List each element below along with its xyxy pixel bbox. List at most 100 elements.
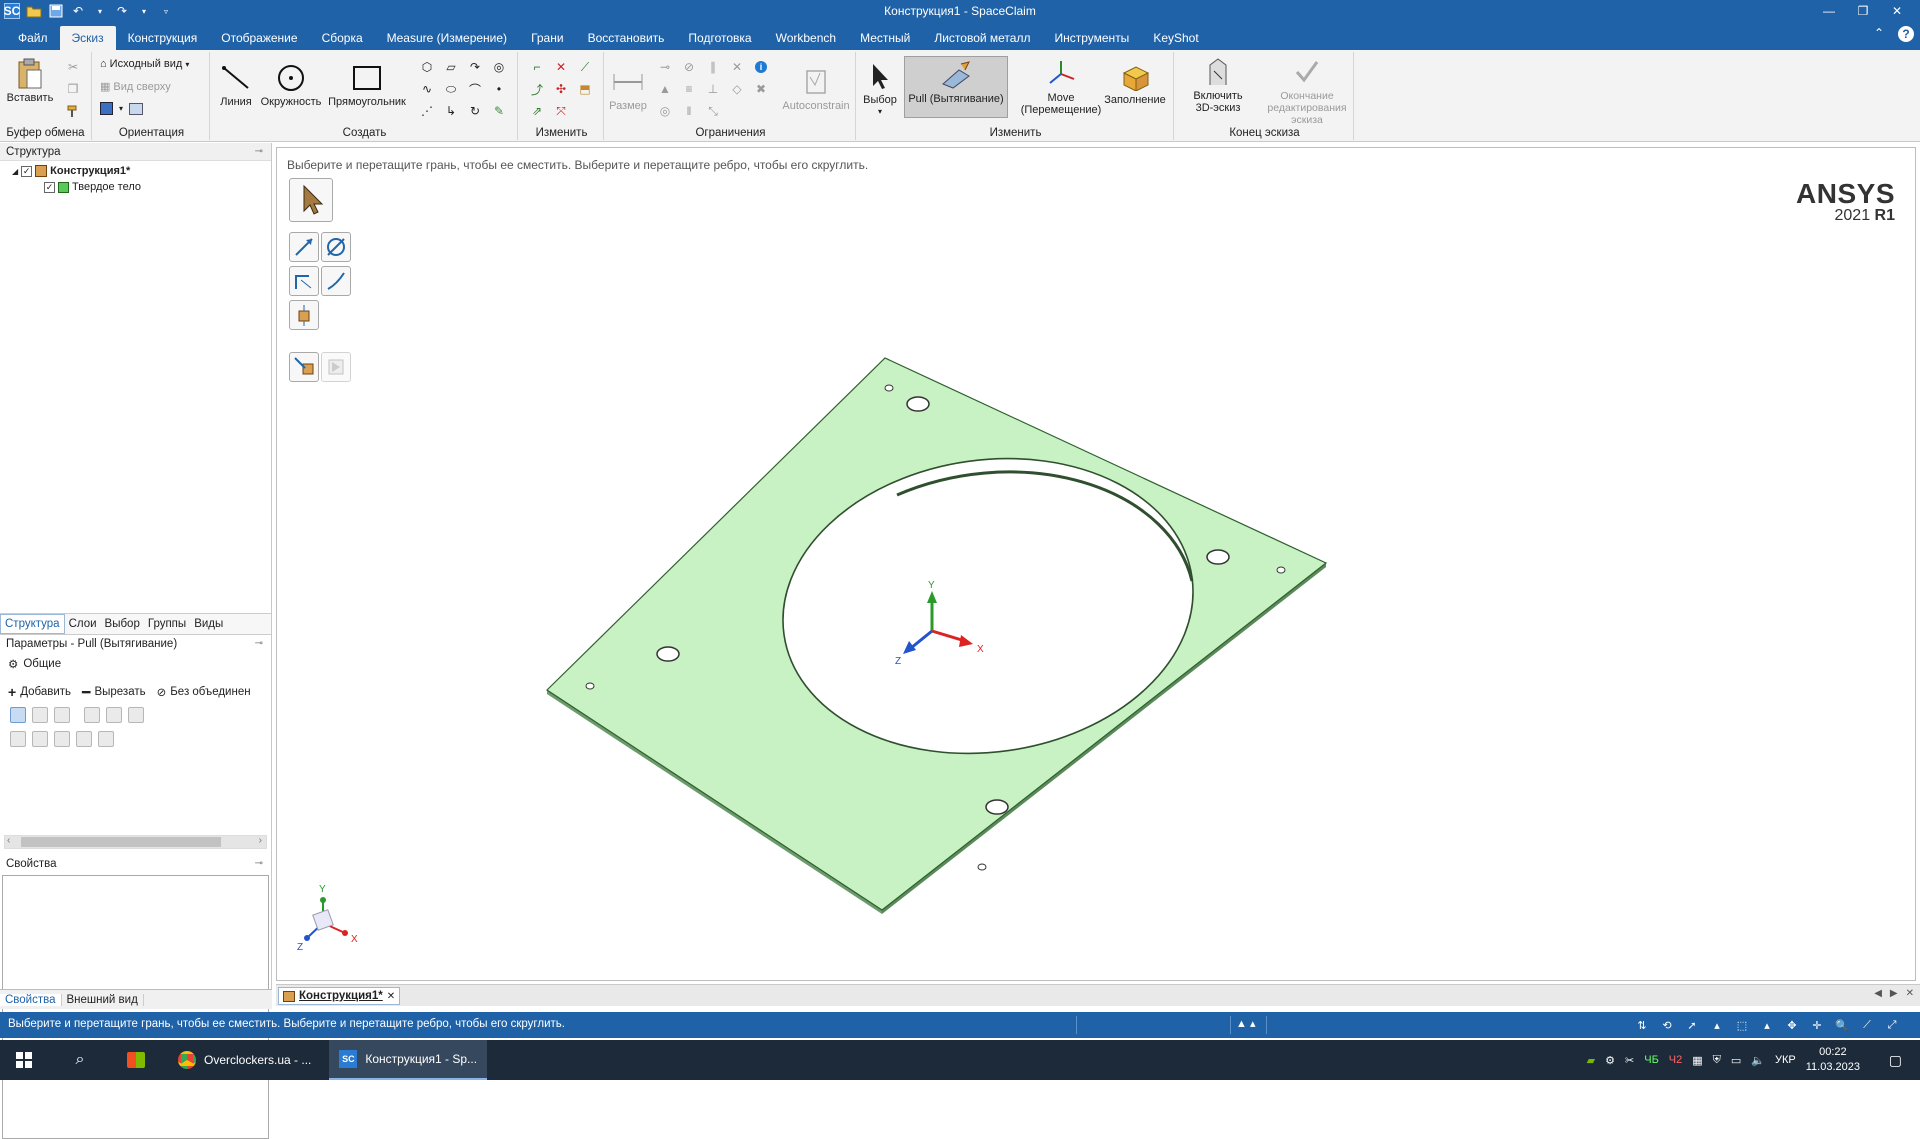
tab-design[interactable]: Конструкция: [116, 26, 210, 50]
store-button[interactable]: [112, 1040, 160, 1080]
tool-icon[interactable]: ✂: [1625, 1054, 1634, 1067]
tab-display[interactable]: Отображение: [209, 26, 309, 50]
tab-workbench[interactable]: Workbench: [764, 26, 848, 50]
restore-icon[interactable]: ❐: [1846, 1, 1880, 21]
clock[interactable]: 00:22 11.03.2023: [1806, 1045, 1860, 1075]
app-icon[interactable]: ▦: [1692, 1054, 1702, 1067]
cut-icon[interactable]: ✂: [64, 58, 82, 76]
steam-icon[interactable]: ⚙: [1605, 1054, 1615, 1067]
pin-icon[interactable]: ⊸: [255, 635, 263, 653]
small-hole[interactable]: [884, 384, 894, 392]
select-button[interactable]: Выбор ▾: [862, 58, 898, 118]
fix-icon[interactable]: ▲: [656, 80, 674, 98]
ellipse2-icon[interactable]: ⬭: [442, 80, 460, 98]
concentric-icon[interactable]: ◎: [656, 102, 674, 120]
tab-properties[interactable]: Свойства: [0, 993, 62, 1006]
tray-label-2[interactable]: Ч2: [1669, 1054, 1682, 1066]
pin-icon[interactable]: ⊸: [255, 143, 263, 161]
plane-view-icon[interactable]: ⟋: [1859, 1017, 1875, 1033]
tab-layers[interactable]: Слои: [65, 618, 101, 630]
mounting-hole[interactable]: [985, 799, 1009, 815]
bend-icon[interactable]: ⬒: [576, 80, 594, 98]
perp-base-icon[interactable]: ⊥: [704, 80, 722, 98]
info-icon[interactable]: i: [752, 58, 770, 76]
trim-icon[interactable]: ✕: [552, 58, 570, 76]
minimize-icon[interactable]: —: [1812, 1, 1846, 21]
help-icon[interactable]: ?: [1898, 26, 1914, 42]
close-icon[interactable]: ✕: [1880, 1, 1914, 21]
face-curve-icon[interactable]: ✎: [490, 102, 508, 120]
construction-line-icon[interactable]: ⋰: [418, 102, 436, 120]
extend-icon[interactable]: ⤧: [552, 102, 570, 120]
pin-icon[interactable]: ⊸: [255, 855, 263, 873]
sweep-arc-icon[interactable]: ↳: [442, 102, 460, 120]
horizontal-icon[interactable]: ≡: [680, 80, 698, 98]
coincident-icon[interactable]: ⊸: [656, 58, 674, 76]
midpoint-icon[interactable]: ✕: [728, 58, 746, 76]
tab-structure[interactable]: Структура: [0, 614, 65, 634]
point-icon[interactable]: •: [490, 80, 508, 98]
model-plate[interactable]: Y X Z Y X Z: [277, 148, 1917, 982]
tree-root[interactable]: ◢ ✓ Конструкция1*: [0, 163, 271, 179]
volume-icon[interactable]: 🔈: [1751, 1054, 1765, 1067]
zoom-icon[interactable]: 🔍: [1834, 1017, 1850, 1033]
expand-icon[interactable]: ◢: [12, 167, 18, 176]
scrollbar-thumb[interactable]: [21, 837, 221, 847]
paste-button[interactable]: Вставить: [6, 56, 54, 104]
symmetric-icon[interactable]: ⤡: [704, 102, 722, 120]
view-cube-icon[interactable]: [100, 102, 113, 115]
pull-option-icon[interactable]: [76, 731, 92, 747]
pull-option-icon[interactable]: [98, 731, 114, 747]
polygon-icon[interactable]: ⬡: [418, 58, 436, 76]
no-merge-option[interactable]: ⊘ Без объединен: [157, 685, 251, 699]
tab-keyshot[interactable]: KeyShot: [1141, 26, 1210, 50]
move-view-icon[interactable]: ✛: [1809, 1017, 1825, 1033]
tangent-arc-icon[interactable]: ⌒: [466, 80, 484, 98]
pan-icon[interactable]: ✥: [1784, 1017, 1800, 1033]
tree-item-solid[interactable]: ✓ Твердое тело: [0, 179, 271, 195]
perpendicular-icon[interactable]: ⊘: [680, 58, 698, 76]
tab-facets[interactable]: Грани: [519, 26, 576, 50]
cut-option[interactable]: ━ Вырезать: [82, 684, 146, 701]
spin-icon[interactable]: ⇅: [1634, 1017, 1650, 1033]
home-view-button[interactable]: ⌂ Исходный вид ▾: [100, 58, 189, 70]
circle-button[interactable]: Окружность: [260, 60, 322, 108]
offset-curve-icon[interactable]: ⟋: [576, 58, 594, 76]
ellipse-icon[interactable]: ▱: [442, 58, 460, 76]
close-tab-icon[interactable]: ✕: [387, 991, 395, 1002]
project-icon[interactable]: ⤴: [528, 80, 546, 98]
pull-option-icon[interactable]: [32, 707, 48, 723]
snap-view-icon[interactable]: [129, 102, 144, 115]
pull-option-icon[interactable]: [32, 731, 48, 747]
tab-selection[interactable]: Выбор: [101, 618, 144, 630]
tab-measure[interactable]: Measure (Измерение): [375, 26, 519, 50]
visibility-checkbox[interactable]: ✓: [21, 165, 33, 177]
pointer-icon[interactable]: ➚: [1684, 1017, 1700, 1033]
tab-prepare[interactable]: Подготовка: [676, 26, 763, 50]
tab-views[interactable]: Виды: [190, 618, 227, 630]
tab-groups[interactable]: Группы: [144, 618, 190, 630]
snap-icon[interactable]: ⤢: [1884, 1017, 1900, 1033]
network-security-icon[interactable]: ⛨: [1713, 1054, 1721, 1067]
next-tab-icon[interactable]: ▶: [1890, 988, 1898, 999]
small-hole[interactable]: [585, 682, 595, 690]
tab-local[interactable]: Местный: [848, 26, 922, 50]
small-hole[interactable]: [1276, 566, 1286, 574]
display-icon[interactable]: ▭: [1731, 1054, 1741, 1067]
delete-constraint-icon[interactable]: ✖: [752, 80, 770, 98]
parallel-icon[interactable]: ∥: [704, 58, 722, 76]
rectangle-button[interactable]: Прямоугольник: [326, 60, 408, 108]
fill-button[interactable]: Заполнение: [1102, 58, 1168, 106]
tab-repair[interactable]: Восстановить: [576, 26, 677, 50]
pull-option-icon[interactable]: [10, 707, 26, 723]
tab-appearance[interactable]: Внешний вид: [62, 993, 144, 1006]
pull-option-icon[interactable]: [54, 731, 70, 747]
line-button[interactable]: Линия: [216, 60, 256, 108]
corner-axis-triad[interactable]: Y X Z: [297, 884, 358, 953]
taskbar-spaceclaim[interactable]: SC Конструкция1 - Sp...: [329, 1040, 488, 1080]
tray-label-1[interactable]: ЧБ: [1644, 1054, 1659, 1066]
box-select-icon[interactable]: ⬚: [1734, 1017, 1750, 1033]
notifications-icon[interactable]: ▢: [1889, 1052, 1902, 1069]
status-triangle-icon[interactable]: ▲ ▴: [1236, 1017, 1255, 1030]
tab-sketch[interactable]: Эскиз: [59, 26, 116, 50]
